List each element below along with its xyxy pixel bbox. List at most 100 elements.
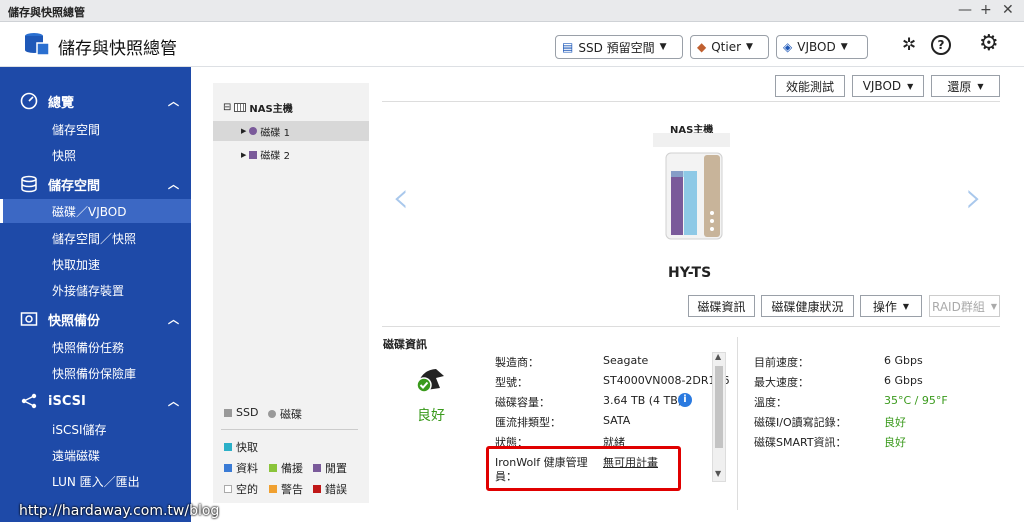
sidebar-item-storage-snapshots[interactable]: 儲存空間／快照	[0, 226, 191, 250]
chevron-down-icon: ▼	[990, 301, 997, 311]
legend-error: 錯誤	[313, 481, 347, 497]
sidebar-section-label: 快照備份	[48, 313, 101, 329]
hdd-status-icon	[249, 127, 258, 135]
temperature-label: 溫度：	[754, 396, 787, 409]
sidebar-item-lun-import-export[interactable]: LUN 匯入／匯出	[0, 469, 191, 493]
sidebar-item-remote-disk[interactable]: 遠端磁碟	[0, 443, 191, 467]
snapshot-icon	[20, 312, 38, 326]
ironwolf-plan-link[interactable]: 無可用計畫	[603, 454, 658, 470]
close-button[interactable]: ✕	[1002, 2, 1014, 18]
sidebar-item-external-storage[interactable]: 外接儲存裝置	[0, 278, 191, 302]
legend-swatch	[269, 464, 277, 472]
chevron-down-icon: ▼	[659, 42, 667, 52]
sidebar-section-storage[interactable]: 儲存空間 ︿	[0, 172, 191, 196]
chevron-up-icon[interactable]: ︿	[168, 93, 179, 109]
operate-dropdown-button[interactable]: 操作 ▼	[860, 295, 922, 317]
legend-swatch	[313, 485, 321, 493]
legend-label: 快取	[236, 441, 258, 454]
next-arrow-icon[interactable]: ›	[965, 172, 983, 223]
hdd-circle-icon	[268, 410, 276, 418]
performance-test-button[interactable]: 效能測試	[775, 75, 845, 97]
disk-info-button[interactable]: 磁碟資訊	[688, 295, 755, 317]
temperature-value: 35°C / 95°F	[884, 394, 948, 407]
model-label: 型號：	[495, 376, 528, 389]
legend-label: 錯誤	[325, 483, 347, 496]
legend-label: SSD	[236, 406, 259, 419]
tree-node-disk-1[interactable]: ▶ 磁碟 1	[213, 121, 369, 141]
ssd-overprovision-button[interactable]: ▤ SSD 預留空間 ▼	[555, 35, 683, 59]
vertical-scrollbar[interactable]: ▲ ▼	[712, 352, 726, 482]
collapse-icon[interactable]: ⊟	[223, 102, 231, 113]
blurred-region	[653, 133, 730, 147]
capacity-value: 3.64 TB (4 TB)	[603, 394, 683, 407]
tree-node-label: 磁碟 2	[260, 151, 290, 162]
minimize-button[interactable]: —	[958, 2, 972, 18]
scroll-up-icon[interactable]: ▲	[715, 352, 721, 361]
sidebar-item-disks-vjbod[interactable]: 磁碟／VJBOD	[0, 199, 191, 223]
sidebar-section-label: 儲存空間	[48, 178, 101, 194]
qtier-button-label: Qtier	[711, 40, 742, 54]
tree-node-nas-host[interactable]: ⊟ NAS主機	[223, 100, 293, 115]
current-speed-value: 6 Gbps	[884, 354, 923, 367]
sidebar-section-label: 總覽	[48, 95, 75, 111]
sidebar-section-snapshot-backup[interactable]: 快照備份 ︿	[0, 307, 191, 331]
tree-node-label: 磁碟 1	[260, 127, 290, 139]
chevron-up-icon[interactable]: ︿	[168, 311, 179, 327]
window-title: 儲存與快照總管	[8, 6, 85, 19]
legend-empty: 空的	[224, 481, 258, 497]
device-model: HY-TS	[668, 265, 712, 281]
vjbod-dropdown-button[interactable]: VJBOD ▼	[852, 75, 924, 97]
chevron-down-icon: ▼	[902, 301, 910, 311]
info-icon[interactable]: i	[678, 393, 692, 407]
scrollbar-thumb[interactable]	[715, 366, 723, 448]
sidebar-item-overview-storage[interactable]: 儲存空間	[0, 117, 191, 141]
ironwolf-label-line2: 員：	[495, 470, 517, 483]
magic-wand-icon[interactable]: ✲	[902, 35, 916, 55]
previous-arrow-icon[interactable]: ‹	[392, 172, 410, 223]
database-icon	[21, 175, 37, 193]
expand-arrow-icon[interactable]: ▶	[241, 127, 246, 135]
tree-node-label: NAS主機	[249, 104, 293, 115]
qtier-icon: ◆	[697, 40, 707, 54]
tree-node-disk-2[interactable]: ▶ 磁碟 2	[241, 147, 290, 162]
help-icon[interactable]: ?	[931, 35, 951, 55]
qtier-button[interactable]: ◆ Qtier ▼	[690, 35, 769, 59]
model-value: ST4000VN008-2DR166	[603, 374, 730, 387]
raid-group-dropdown-button[interactable]: RAID群組 ▼	[929, 295, 1000, 317]
sidebar-item-cache-acceleration[interactable]: 快取加速	[0, 252, 191, 276]
app-name: 儲存與快照總管	[58, 39, 177, 59]
io-log-value: 良好	[884, 416, 906, 429]
watermark-text: http://hardaway.com.tw/blog	[19, 503, 220, 519]
nas-device-image	[665, 152, 723, 240]
sidebar-item-snapshot-vault[interactable]: 快照備份保險庫	[0, 361, 191, 385]
expand-arrow-icon[interactable]: ▶	[241, 151, 246, 159]
vjbod-header-button[interactable]: ◈ VJBOD ▼	[776, 35, 868, 59]
legend-data: 資料	[224, 460, 258, 476]
bus-type-label: 匯流排類型：	[495, 416, 561, 429]
legend-warning: 警告	[269, 481, 303, 497]
sidebar-item-snapshot-backup-jobs[interactable]: 快照備份任務	[0, 335, 191, 359]
sidebar-item-iscsi-storage[interactable]: iSCSI儲存	[0, 417, 191, 441]
sidebar-item-overview-snapshot[interactable]: 快照	[0, 143, 191, 167]
disk-health-button[interactable]: 磁碟健康狀況	[761, 295, 854, 317]
legend-label: 備援	[281, 462, 303, 475]
max-speed-value: 6 Gbps	[884, 374, 923, 387]
legend-swatch	[224, 443, 232, 451]
chevron-up-icon[interactable]: ︿	[168, 176, 179, 192]
sidebar-section-overview[interactable]: 總覽 ︿	[0, 89, 191, 113]
scroll-down-icon[interactable]: ▼	[715, 469, 721, 478]
maximize-button[interactable]: +	[980, 2, 992, 18]
disk-status-good: 良好	[417, 408, 445, 424]
share-icon	[21, 393, 37, 409]
vjbod-icon: ◈	[783, 40, 793, 54]
legend-ssd: SSD	[224, 406, 258, 419]
chevron-up-icon[interactable]: ︿	[168, 393, 179, 409]
legend-cache: 快取	[224, 439, 258, 455]
button-label: 操作	[872, 299, 897, 314]
vjbod-header-label: VJBOD	[797, 40, 836, 54]
legend-label: 磁碟	[280, 408, 302, 421]
ssd-icon: ▤	[562, 40, 574, 54]
restore-dropdown-button[interactable]: 還原 ▼	[931, 75, 1000, 97]
settings-gear-icon[interactable]: ⚙	[979, 31, 999, 56]
sidebar-section-iscsi[interactable]: iSCSI ︿	[0, 389, 191, 413]
